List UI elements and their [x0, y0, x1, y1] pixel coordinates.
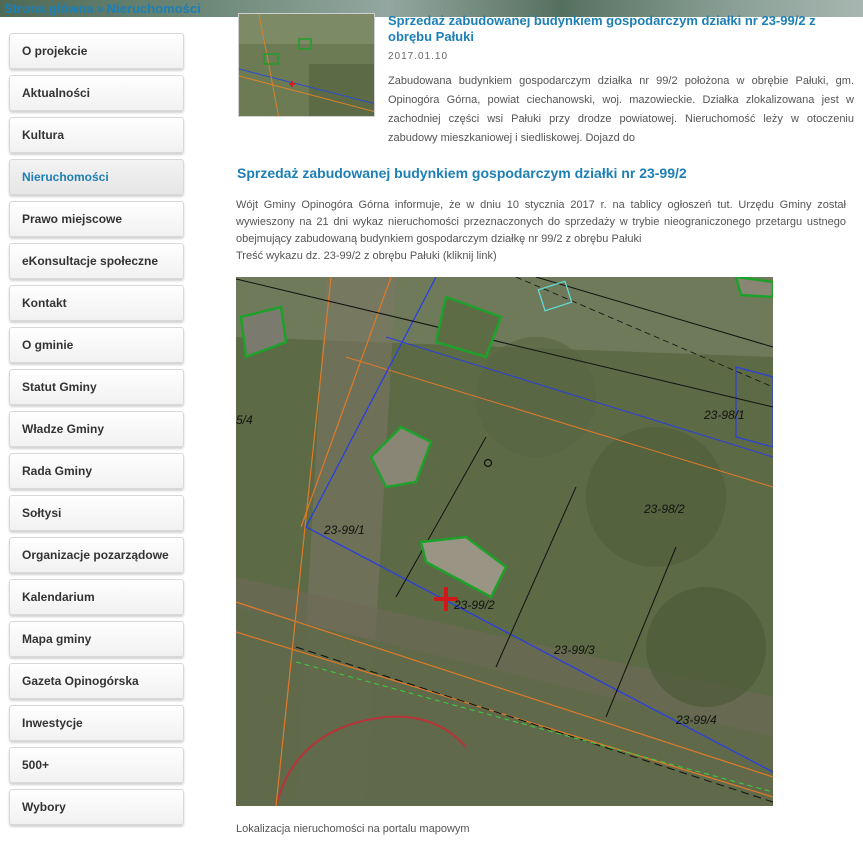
sidebar-item-statut-gminy[interactable]: Statut Gminy: [9, 369, 184, 405]
sidebar-item-rada-gminy[interactable]: Rada Gminy: [9, 453, 184, 489]
article-body: Wójt Gminy Opinogóra Górna informuje, że…: [236, 197, 846, 265]
sidebar-item-ekonsultacje[interactable]: eKonsultacje społeczne: [9, 243, 184, 279]
property-map-image: 23-99/2 23-99/1 23-99/3 23-99/4 23-98/1 …: [236, 277, 773, 806]
teaser-text: Zabudowana budynkiem gospodarczym działk…: [388, 75, 854, 144]
sidebar-item-500plus[interactable]: 500+: [9, 747, 184, 783]
map-label-99-2: 23-99/2: [453, 598, 495, 612]
sidebar-item-gazeta[interactable]: Gazeta Opinogórska: [9, 663, 184, 699]
wykaz-link[interactable]: Treść wykazu dz. 23-99/2 z obrębu Pałuki…: [236, 248, 846, 265]
sidebar-item-inwestycje[interactable]: Inwestycje: [9, 705, 184, 741]
breadcrumb: Strona główna» Nieruchomości: [4, 1, 201, 16]
sidebar-item-wybory[interactable]: Wybory: [9, 789, 184, 825]
sidebar-menu: O projekcie Aktualności Kultura Nierucho…: [9, 33, 184, 831]
sidebar-item-soltysi[interactable]: Sołtysi: [9, 495, 184, 531]
map-label-98-1: 23-98/1: [703, 408, 745, 422]
article-paragraph: Wójt Gminy Opinogóra Górna informuje, że…: [236, 199, 846, 245]
article-title: Sprzedaż zabudowanej budynkiem gospodarc…: [237, 165, 687, 181]
sidebar-item-kontakt[interactable]: Kontakt: [9, 285, 184, 321]
sidebar-item-aktualnosci[interactable]: Aktualności: [9, 75, 184, 111]
map-label-99-3: 23-99/3: [553, 643, 595, 657]
sidebar-item-prawo-miejscowe[interactable]: Prawo miejscowe: [9, 201, 184, 237]
sidebar-item-nieruchomosci[interactable]: Nieruchomości: [9, 159, 184, 195]
breadcrumb-home-link[interactable]: Strona główna: [4, 1, 94, 16]
sidebar-item-o-gminie[interactable]: O gminie: [9, 327, 184, 363]
map-label-98-2: 23-98/2: [643, 502, 685, 516]
breadcrumb-current[interactable]: Nieruchomości: [107, 1, 201, 16]
sidebar-item-kultura[interactable]: Kultura: [9, 117, 184, 153]
sidebar-item-wladze-gminy[interactable]: Władze Gminy: [9, 411, 184, 447]
sidebar-item-organizacje[interactable]: Organizacje pozarządowe: [9, 537, 184, 573]
map-caption: Lokalizacja nieruchomości na portalu map…: [236, 823, 470, 835]
map-label-left: 5/4: [236, 413, 253, 427]
map-label-99-4: 23-99/4: [675, 713, 717, 727]
sidebar-item-mapa-gminy[interactable]: Mapa gminy: [9, 621, 184, 657]
breadcrumb-separator: »: [96, 1, 104, 16]
map-label-99-1: 23-99/1: [323, 523, 365, 537]
teaser-thumbnail[interactable]: [238, 13, 375, 117]
sidebar-item-o-projekcie[interactable]: O projekcie: [9, 33, 184, 69]
teaser-title-link[interactable]: Sprzedaż zabudowanej budynkiem gospodarc…: [388, 13, 856, 45]
teaser-date: 2017.01.10: [388, 51, 449, 62]
sidebar-item-kalendarium[interactable]: Kalendarium: [9, 579, 184, 615]
